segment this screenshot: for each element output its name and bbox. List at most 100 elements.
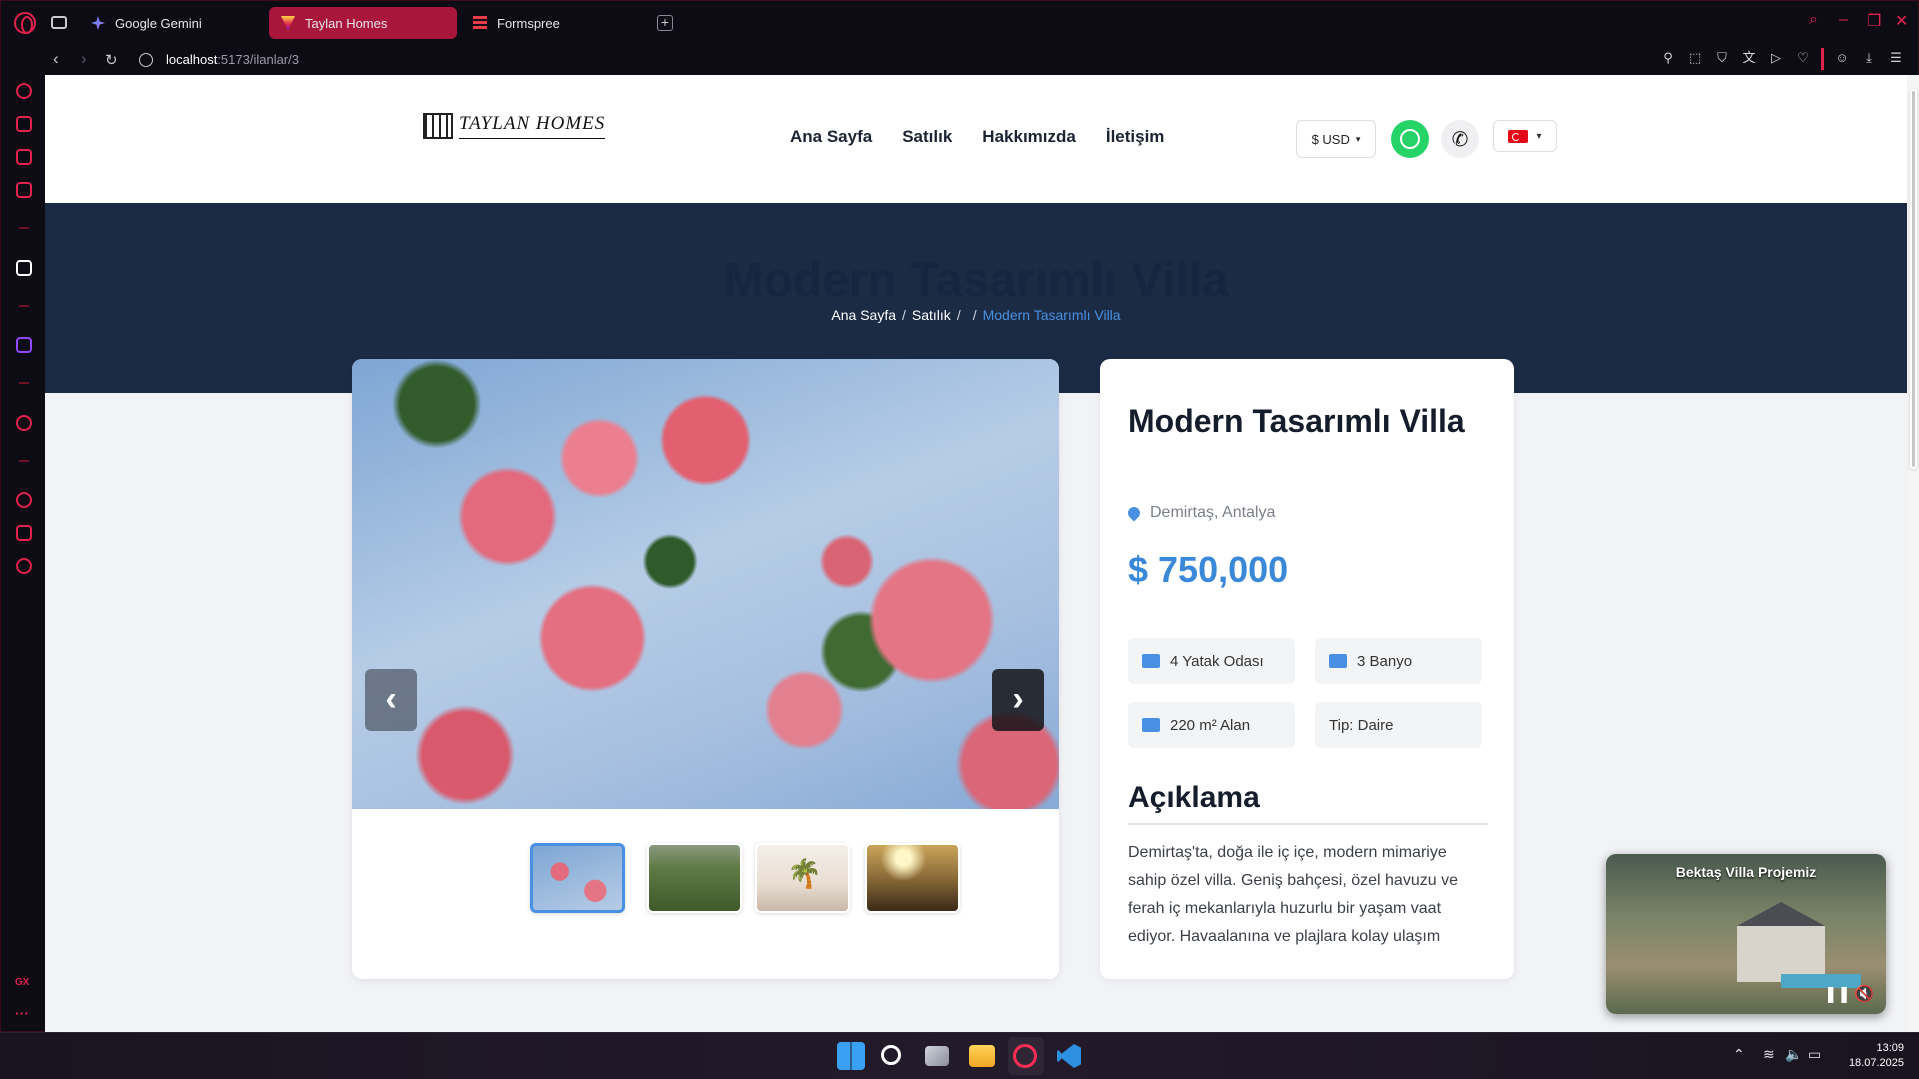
back-icon[interactable]: ‹ [53,49,59,69]
turkey-flag-icon [1508,129,1529,143]
tab-formspree[interactable]: Formspree [461,7,649,39]
new-tab-icon[interactable]: + [657,15,673,31]
battery-icon[interactable]: ▭ [1808,1046,1821,1063]
logo-text: TAYLAN HOMES [459,113,606,139]
windows-taskbar: ⌃ ≋ 🔈 ▭ 13:09 18.07.2025 [0,1032,1919,1079]
tab-label: Taylan Homes [305,15,388,31]
breadcrumb-satilik[interactable]: Satılık [912,307,951,323]
breadcrumb-separator: / [972,307,977,323]
chevron-down-icon: ▾ [1536,130,1542,142]
feature-bathrooms: 3 Banyo [1315,638,1482,684]
close-icon[interactable]: ✕ [1895,11,1908,31]
tab-google-gemini[interactable]: Google Gemini [79,7,267,39]
prev-arrow-button[interactable]: ‹ [365,669,417,731]
next-arrow-button[interactable]: › [992,669,1044,731]
currency-select[interactable]: $ USD ▾ [1296,120,1376,158]
browser-sidebar: GX ··· [1,75,45,1033]
bed-icon [1142,654,1160,668]
opera-gx-icon[interactable] [1013,1044,1037,1068]
forward-icon[interactable]: › [81,49,87,69]
scrollbar-thumb[interactable] [1910,89,1917,469]
wifi-icon[interactable]: ≋ [1763,1046,1775,1063]
pin-icon[interactable]: ⚲ [1661,51,1675,65]
chevron-down-icon: ▾ [1355,133,1361,144]
feature-bedrooms: 4 Yatak Odası [1128,638,1295,684]
messenger-icon[interactable] [16,182,32,198]
main-nav: Ana Sayfa Satılık Hakkımızda İletişim [790,127,1164,147]
nav-satilik[interactable]: Satılık [902,127,952,147]
divider [19,305,29,307]
nav-ana-sayfa[interactable]: Ana Sayfa [790,127,872,147]
minimize-icon[interactable]: – [1839,11,1848,29]
download-icon[interactable]: ⤓ [1862,51,1876,65]
restore-icon[interactable]: ❐ [1867,11,1881,31]
page-scrollbar[interactable] [1907,75,1919,1033]
ai-icon[interactable] [16,260,32,276]
translate-icon[interactable]: 文 [1742,51,1756,65]
search-icon[interactable] [881,1045,901,1065]
video-title: Bektaş Villa Projemiz [1675,864,1817,880]
search-tabs-icon[interactable]: ⌕ [1809,11,1818,29]
listing-price: $ 750,000 [1128,549,1289,590]
gallery-thumbnail[interactable] [530,843,625,913]
gallery-thumbnail[interactable] [865,843,960,913]
more-icon[interactable]: ··· [15,1005,29,1021]
phone-button[interactable]: ✆ [1441,120,1479,158]
breadcrumb-current: Modern Tasarımlı Villa [982,307,1121,323]
feature-type: Tip: Daire [1315,702,1482,748]
adblock-icon[interactable]: ⛉ [1715,51,1729,65]
breadcrumb: Ana Sayfa / Satılık / / Modern Tasarımlı Vill… [45,307,1907,323]
language-select[interactable]: ▾ [1493,120,1557,152]
mute-icon[interactable]: 🔇 [1854,984,1874,1004]
vscode-icon[interactable] [1057,1044,1081,1068]
divider [19,382,29,384]
map-pin-icon [1125,504,1143,522]
clock-time: 13:09 [1876,1042,1904,1054]
breadcrumb-separator: / [956,307,961,323]
send-icon[interactable]: ▷ [1769,51,1783,65]
site-header: TAYLAN HOMES Ana Sayfa Satılık Hakkımızd… [45,75,1907,203]
location-text: Demirtaş, Antalya [1150,504,1276,521]
file-explorer-icon[interactable] [969,1045,995,1067]
gx-control-icon[interactable] [16,83,32,99]
video-popup[interactable]: Bektaş Villa Projemiz ❚❚ 🔇 [1606,854,1886,1014]
twitch-icon[interactable] [16,337,32,353]
history-icon[interactable] [16,492,32,508]
reload-icon[interactable]: ↻ [105,51,118,69]
site-logo[interactable]: TAYLAN HOMES [423,113,606,139]
volume-icon[interactable]: 🔈 [1785,1046,1802,1063]
pause-icon[interactable]: ❚❚ [1824,984,1851,1004]
extensions-icon[interactable] [16,525,32,541]
whatsapp-button[interactable] [1391,120,1429,158]
url-field[interactable]: localhost:5173/ilanlar/3 [166,52,299,67]
nav-iletisim[interactable]: İletişim [1106,127,1165,147]
start-icon[interactable] [837,1042,865,1070]
gallery-thumbnail[interactable] [755,843,850,913]
settings-icon[interactable] [16,558,32,574]
heart-icon[interactable]: ♡ [1796,51,1810,65]
description-heading: Açıklama [1128,781,1488,825]
tab-switcher-icon[interactable] [51,16,67,29]
formspree-icon [473,16,487,30]
account-icon[interactable]: ☺ [1835,51,1849,65]
system-clock[interactable]: 13:09 18.07.2025 [1840,1041,1904,1071]
easy-setup-icon[interactable]: ☰ [1889,51,1903,65]
gallery-thumbnail[interactable] [647,843,742,913]
gx-corner-icon[interactable] [16,116,32,132]
snapshot-icon[interactable]: ⬚ [1688,51,1702,65]
player-icon[interactable] [16,415,32,431]
listing-title: Modern Tasarımlı Villa [1128,403,1465,439]
divider [19,227,29,229]
tab-taylan-homes[interactable]: Taylan Homes [269,7,457,39]
site-info-icon[interactable] [139,53,153,67]
task-view-icon[interactable] [925,1046,949,1066]
cleaner-icon[interactable] [16,149,32,165]
opera-menu-icon[interactable] [14,12,36,34]
nav-hakkimizda[interactable]: Hakkımızda [982,127,1076,147]
feature-label: 4 Yatak Odası [1170,652,1264,670]
breadcrumb-home[interactable]: Ana Sayfa [831,307,896,323]
phone-icon: ✆ [1451,128,1469,151]
gx-logo-icon: GX [15,977,30,988]
chevron-up-icon[interactable]: ⌃ [1733,1046,1745,1063]
taylan-homes-favicon-icon [281,16,295,30]
